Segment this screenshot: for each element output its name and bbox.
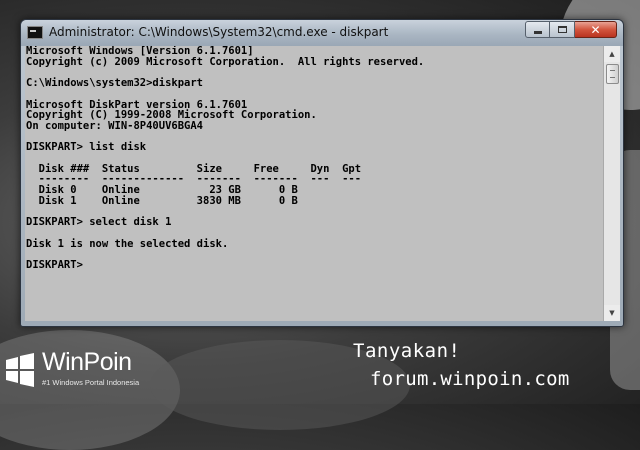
- console-line: DISKPART>: [26, 259, 83, 272]
- windows-logo-icon: [6, 353, 34, 387]
- console-line: On computer: WIN-8P40UV6BGA4: [26, 119, 204, 132]
- console-line: Copyright (c) 2009 Microsoft Corporation…: [26, 55, 425, 68]
- cmd-icon[interactable]: [27, 26, 43, 39]
- console-line: DISKPART> list disk: [26, 141, 147, 154]
- console-line: Disk 1 is now the selected disk.: [26, 237, 229, 250]
- forum-link[interactable]: forum.winpoin.com: [370, 368, 570, 390]
- title-bar[interactable]: Administrator: C:\Windows\System32\cmd.e…: [21, 20, 623, 46]
- console-line: Disk 1 Online 3830 MB 0 B: [26, 194, 298, 207]
- console-output[interactable]: Microsoft Windows [Version 6.1.7601] Cop…: [25, 46, 603, 321]
- scroll-thumb[interactable]: [606, 64, 619, 84]
- caption-buttons: ✕: [525, 21, 617, 39]
- close-icon: ✕: [590, 22, 601, 37]
- scroll-down-arrow-icon[interactable]: ▼: [604, 305, 620, 321]
- close-button[interactable]: ✕: [575, 21, 617, 38]
- window-title: Administrator: C:\Windows\System32\cmd.e…: [49, 25, 389, 39]
- brand-name: WinPoin: [42, 348, 132, 376]
- maximize-icon: [557, 26, 567, 33]
- maximize-button[interactable]: [550, 21, 575, 38]
- ask-text: Tanyakan!: [353, 340, 461, 362]
- console-text: Microsoft Windows [Version 6.1.7601] Cop…: [25, 46, 603, 271]
- console-line: DISKPART> select disk 1: [26, 216, 172, 229]
- vertical-scrollbar[interactable]: ▲ ▼: [603, 46, 620, 321]
- minimize-icon: [533, 31, 542, 34]
- brand-tagline: #1 Windows Portal Indonesia: [42, 378, 140, 387]
- scroll-up-arrow-icon[interactable]: ▲: [604, 46, 620, 62]
- console-line: C:\Windows\system32>diskpart: [26, 77, 204, 90]
- cmd-window: Administrator: C:\Windows\System32\cmd.e…: [20, 19, 624, 327]
- minimize-button[interactable]: [525, 21, 550, 38]
